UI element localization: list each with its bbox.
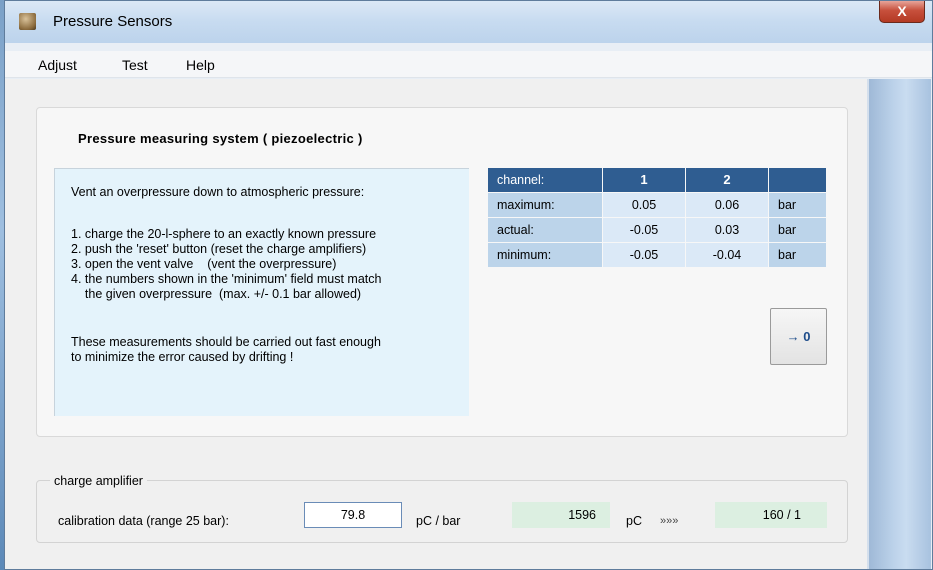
menu-bar: Adjust Test Help xyxy=(5,51,932,78)
window-title: Pressure Sensors xyxy=(53,13,173,30)
charge-amplifier-legend: charge amplifier xyxy=(50,474,147,488)
actual-ch1: -0.05 xyxy=(603,218,685,242)
title-bar[interactable]: Pressure Sensors X xyxy=(5,1,932,43)
maximum-ch1: 0.05 xyxy=(603,193,685,217)
actual-unit: bar xyxy=(769,218,826,242)
ratio-output: 160 / 1 xyxy=(715,502,827,528)
calibration-label: calibration data (range 25 bar): xyxy=(58,514,229,528)
minimum-ch2: -0.04 xyxy=(686,243,768,267)
app-icon xyxy=(19,13,36,30)
instruction-line: the given overpressure (max. +/- 0.1 bar… xyxy=(71,287,362,301)
row-label-minimum: minimum: xyxy=(488,243,602,267)
menu-adjust[interactable]: Adjust xyxy=(38,57,77,73)
instruction-line: 3. open the vent valve (vent the overpre… xyxy=(71,257,337,271)
maximum-unit: bar xyxy=(769,193,826,217)
table-header-channel: channel: xyxy=(488,168,602,192)
actual-ch2: 0.03 xyxy=(686,218,768,242)
minimum-unit: bar xyxy=(769,243,826,267)
instruction-line: 2. push the 'reset' button (reset the ch… xyxy=(71,242,367,256)
row-label-maximum: maximum: xyxy=(488,193,602,217)
arrows-indicator: »»» xyxy=(660,515,679,527)
table-header-unit xyxy=(769,168,826,192)
instruction-line: These measurements should be carried out… xyxy=(71,335,381,349)
instructions-box: Vent an overpressure down to atmospheric… xyxy=(54,168,469,416)
panel-heading: Pressure measuring system ( piezoelectri… xyxy=(78,131,363,146)
charge-output: 1596 xyxy=(512,502,610,528)
instruction-line: to minimize the error caused by drifting… xyxy=(71,350,294,364)
table-header-ch2: 2 xyxy=(686,168,768,192)
menu-help[interactable]: Help xyxy=(186,57,215,73)
charge-unit: pC xyxy=(626,514,642,528)
zero-button[interactable]: → 0 xyxy=(770,308,827,365)
maximum-ch2: 0.06 xyxy=(686,193,768,217)
instruction-line: Vent an overpressure down to atmospheric… xyxy=(71,185,365,199)
instruction-line: 4. the numbers shown in the 'minimum' fi… xyxy=(71,272,382,286)
calibration-unit: pC / bar xyxy=(416,514,461,528)
minimum-ch1: -0.05 xyxy=(603,243,685,267)
close-button[interactable]: X xyxy=(879,1,925,23)
calibration-input[interactable]: 79.8 xyxy=(304,502,402,528)
menu-test[interactable]: Test xyxy=(122,57,148,73)
instruction-line: 1. charge the 20-l-sphere to an exactly … xyxy=(71,227,377,241)
table-header-ch1: 1 xyxy=(603,168,685,192)
side-panel xyxy=(867,79,931,569)
row-label-actual: actual: xyxy=(488,218,602,242)
